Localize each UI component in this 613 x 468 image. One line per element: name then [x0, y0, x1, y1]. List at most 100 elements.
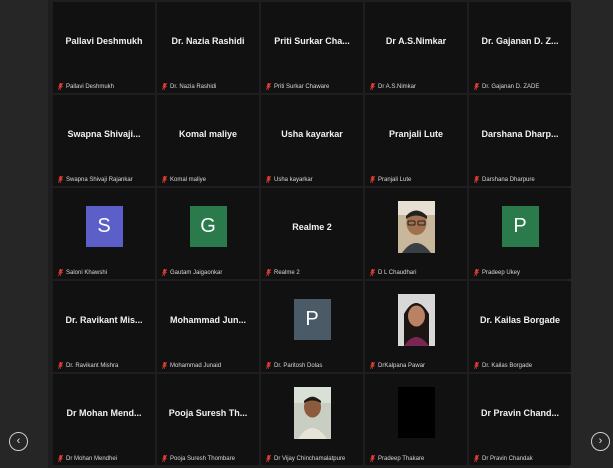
participant-label: Pooja Suresh Thombare — [162, 455, 235, 462]
participant-tile[interactable]: Priti Surkar Cha... Priti Surkar Chaware — [261, 2, 363, 93]
participant-label: Mohammad Junaid — [162, 362, 221, 369]
participant-label: DrKalpana Pawar — [370, 362, 425, 369]
participant-tile[interactable]: Usha kayarkar Usha kayarkar — [261, 95, 363, 186]
participant-name-label: Pooja Suresh Thombare — [170, 455, 235, 462]
participant-tile[interactable]: Dr A.S.Nimkar Dr A.S.Nimkar — [365, 2, 467, 93]
participant-photo — [397, 200, 435, 253]
participant-label: Swapna Shivaji Rajankar — [58, 176, 133, 183]
participant-display-name: Pranjali Lute — [388, 128, 443, 139]
participant-label: Dr Vijay Chinchamalatpure — [266, 455, 345, 462]
participant-video-area: Pranjali Lute — [365, 95, 467, 172]
participant-display-name: Darshana Dharp... — [481, 128, 559, 139]
participant-tile[interactable]: Swapna Shivaji... Swapna Shivaji Rajankar — [53, 95, 155, 186]
participant-label: D L Chaudhari — [370, 269, 416, 276]
participant-name-label: Pallavi Deshmukh — [66, 83, 115, 90]
participant-tile[interactable]: P Pradeep Ukey — [469, 188, 571, 279]
mic-muted-icon — [58, 176, 63, 183]
mic-muted-icon — [58, 455, 63, 462]
participant-tile[interactable]: Mohammad Jun... Mohammad Junaid — [157, 281, 259, 372]
participant-tile[interactable]: Dr Mohan Mend... Dr Mohan Mendhei — [53, 374, 155, 465]
participant-label: Dr. Ravikant Mishra — [58, 362, 118, 369]
participant-label: Saloni Khawshi — [58, 269, 107, 276]
participant-name-label: Pradeep Thakare — [378, 455, 425, 462]
participant-display-name: Pooja Suresh Th... — [168, 407, 248, 418]
participant-tile[interactable]: Pradeep Thakare — [365, 374, 467, 465]
participant-video-area: Darshana Dharp... — [469, 95, 571, 172]
chevron-right-icon: › — [598, 435, 603, 447]
participant-video-area: S — [53, 188, 155, 265]
participant-tile[interactable]: Dr Vijay Chinchamalatpure — [261, 374, 363, 465]
participant-display-name: Komal maliye — [178, 128, 238, 139]
participant-tile[interactable]: Komal maliye Komal maliye — [157, 95, 259, 186]
participant-label: Dr. Kailas Borgade — [474, 362, 532, 369]
left-gutter — [0, 0, 48, 468]
video-off-placeholder — [397, 387, 435, 438]
participant-video-area: Dr. Kailas Borgade — [469, 281, 571, 358]
meeting-stage: Pallavi Deshmukh Pallavi Deshmukh Dr. Nazi… — [0, 0, 613, 468]
participant-name-label: Swapna Shivaji Rajankar — [66, 176, 133, 183]
participant-display-name: Swapna Shivaji... — [67, 128, 141, 139]
participant-name-label: D L Chaudhari — [378, 269, 417, 276]
participant-display-name: Dr. Ravikant Mis... — [65, 314, 143, 325]
mic-muted-icon — [58, 362, 63, 369]
participant-label: Dr. Nazia Rashidi — [162, 83, 216, 90]
participant-name-label: Realme 2 — [274, 269, 300, 276]
participant-name-label: Darshana Dharpure — [482, 176, 535, 183]
participant-tile[interactable]: Darshana Dharp... Darshana Dharpure — [469, 95, 571, 186]
mic-muted-icon — [474, 362, 479, 369]
participant-tile[interactable]: Dr Pravin Chand... Dr Pravin Chandak — [469, 374, 571, 465]
participant-tile[interactable]: Dr. Gajanan D. Z... Dr. Gajanan D. ZADE — [469, 2, 571, 93]
previous-page-button[interactable]: ‹ — [9, 432, 28, 451]
participant-tile[interactable]: P Dr. Paritosh Dolas — [261, 281, 363, 372]
participant-video-area: Dr Pravin Chand... — [469, 374, 571, 451]
participant-label: Pradeep Thakare — [370, 455, 424, 462]
participant-tile[interactable]: Dr. Kailas Borgade Dr. Kailas Borgade — [469, 281, 571, 372]
participant-tile[interactable]: Pranjali Lute Pranjali Lute — [365, 95, 467, 186]
participant-name-label: Dr Pravin Chandak — [482, 455, 533, 462]
participant-name-label: Pradeep Ukey — [482, 269, 521, 276]
next-page-button[interactable]: › — [591, 432, 610, 451]
participant-display-name: Dr Pravin Chand... — [480, 407, 560, 418]
participant-video-area: P — [261, 281, 363, 358]
participant-name-label: Dr Mohan Mendhei — [66, 455, 118, 462]
participant-name-label: Dr. Paritosh Dolas — [274, 362, 323, 369]
participant-tile[interactable]: Dr. Ravikant Mis... Dr. Ravikant Mishra — [53, 281, 155, 372]
participant-video-area: Dr. Ravikant Mis... — [53, 281, 155, 358]
participant-tile[interactable]: Pooja Suresh Th... Pooja Suresh Thombare — [157, 374, 259, 465]
participant-video-area: G — [157, 188, 259, 265]
participant-tile[interactable]: Realme 2 Realme 2 — [261, 188, 363, 279]
participant-label: Realme 2 — [266, 269, 300, 276]
participant-grid: Pallavi Deshmukh Pallavi Deshmukh Dr. Nazi… — [53, 2, 575, 468]
participant-label: Dr. Gajanan D. ZADE — [474, 83, 539, 90]
participant-video-area: Dr. Gajanan D. Z... — [469, 2, 571, 79]
participant-video-area — [261, 374, 363, 451]
avatar: P — [293, 299, 331, 340]
participant-tile[interactable]: DrKalpana Pawar — [365, 281, 467, 372]
participant-display-name: Priti Surkar Cha... — [274, 35, 350, 46]
participant-tile[interactable]: S Saloni Khawshi — [53, 188, 155, 279]
participant-video-area: Usha kayarkar — [261, 95, 363, 172]
mic-muted-icon — [370, 362, 375, 369]
participant-tile[interactable]: D L Chaudhari — [365, 188, 467, 279]
participant-tile[interactable]: Dr. Nazia Rashidi Dr. Nazia Rashidi — [157, 2, 259, 93]
mic-muted-icon — [370, 176, 375, 183]
mic-muted-icon — [474, 455, 479, 462]
participant-video-area: Dr A.S.Nimkar — [365, 2, 467, 79]
avatar: S — [85, 206, 123, 247]
participant-display-name: Dr. Nazia Rashidi — [171, 35, 245, 46]
mic-muted-icon — [162, 176, 167, 183]
participant-tile[interactable]: G Gautam Jaigaonkar — [157, 188, 259, 279]
participant-label: Dr. Paritosh Dolas — [266, 362, 322, 369]
participant-name-label: Dr. Kailas Borgade — [482, 362, 533, 369]
mic-muted-icon — [162, 455, 167, 462]
participant-name-label: DrKalpana Pawar — [378, 362, 426, 369]
participant-display-name: Realme 2 — [292, 221, 332, 232]
participant-label: Dr Mohan Mendhei — [58, 455, 117, 462]
participant-name-label: Dr A.S.Nimkar — [378, 83, 417, 90]
participant-video-area: P — [469, 188, 571, 265]
mic-muted-icon — [58, 83, 63, 90]
participant-name-label: Saloni Khawshi — [66, 269, 108, 276]
mic-muted-icon — [266, 269, 271, 276]
participant-label: Darshana Dharpure — [474, 176, 535, 183]
participant-tile[interactable]: Pallavi Deshmukh Pallavi Deshmukh — [53, 2, 155, 93]
